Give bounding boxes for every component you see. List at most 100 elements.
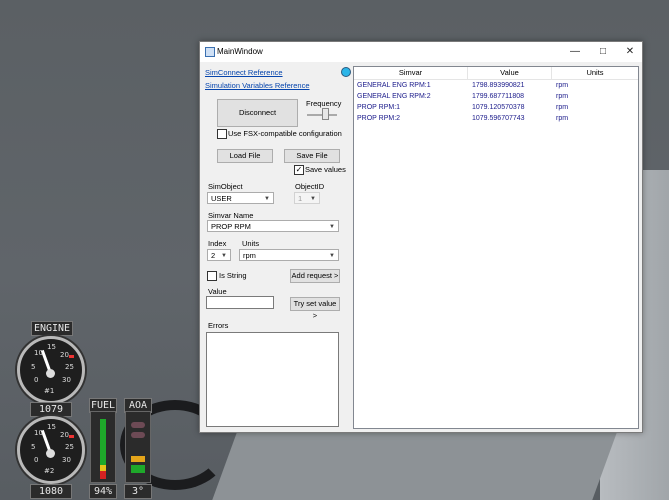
save-file-button[interactable]: Save File [284, 149, 340, 163]
tick: 30 [62, 376, 71, 384]
engine-label: ENGINE [31, 321, 73, 336]
simvar-name-value: PROP RPM [211, 222, 251, 231]
frequency-label: Frequency [306, 99, 342, 108]
value-input[interactable] [206, 296, 274, 309]
cell-simvar: GENERAL ENG RPM:2 [357, 93, 431, 100]
table-row[interactable]: GENERAL ENG RPM:1 1798.893990821 rpm [354, 80, 638, 91]
gauge-hub [46, 369, 55, 378]
window-icon [205, 47, 215, 57]
aoa-indicator [125, 411, 151, 483]
tick: 5 [31, 443, 36, 451]
tick: 5 [31, 363, 36, 371]
aircraft-wing-edge [212, 430, 618, 500]
aoa-readout: 3° [124, 484, 152, 499]
chevron-down-icon: ▼ [329, 253, 335, 259]
cell-value: 1798.893990821 [472, 82, 525, 89]
cell-units: rpm [556, 104, 569, 111]
cell-simvar: GENERAL ENG RPM:1 [357, 82, 431, 89]
save-values-checkbox[interactable]: ✓ [294, 165, 304, 175]
index-label: Index [208, 239, 227, 248]
fuel-low-red [100, 471, 106, 479]
maximize-button[interactable]: □ [596, 45, 610, 59]
rpm-gauge-2: 10 15 20 25 30 5 0 #2 [17, 416, 85, 484]
cell-value: 1799.687711808 [472, 93, 525, 100]
objectid-dropdown: 1 ▼ [294, 192, 320, 204]
redline-marker [69, 435, 74, 438]
column-header-value[interactable]: Value [468, 67, 552, 79]
tick: 25 [65, 443, 74, 451]
load-file-button[interactable]: Load File [217, 149, 273, 163]
grid-header: Simvar Value Units [354, 67, 638, 80]
tick: 0 [34, 376, 39, 384]
column-header-units[interactable]: Units [552, 67, 638, 79]
tick: 30 [62, 456, 71, 464]
fuel-readout: 94% [89, 484, 117, 499]
tick: 20 [60, 351, 69, 359]
tick: 20 [60, 431, 69, 439]
aoa-segment [131, 432, 145, 438]
simvar-name-dropdown[interactable]: PROP RPM ▼ [207, 220, 339, 232]
simobject-value: USER [211, 194, 232, 203]
save-values-label: Save values [305, 165, 346, 174]
column-header-simvar[interactable]: Simvar [354, 67, 468, 79]
tick: 0 [34, 456, 39, 464]
connection-status-indicator [341, 67, 351, 77]
is-string-checkbox[interactable] [207, 271, 217, 281]
value-label: Value [208, 287, 227, 296]
disconnect-button[interactable]: Disconnect [217, 99, 298, 127]
try-set-value-button[interactable]: Try set value > [290, 297, 340, 320]
aoa-segment [131, 465, 145, 473]
is-string-label: Is String [219, 271, 247, 280]
simobject-label: SimObject [208, 182, 243, 191]
fuel-gauge [90, 411, 116, 483]
aoa-segment [131, 422, 145, 428]
chevron-down-icon: ▼ [221, 253, 227, 259]
gauge-hub [46, 449, 55, 458]
fsx-compatible-label: Use FSX-compatible configuration [228, 129, 342, 138]
errors-textbox[interactable] [206, 332, 339, 427]
aoa-segment [131, 456, 145, 462]
cell-value: 1079.596707743 [472, 115, 525, 122]
add-request-button[interactable]: Add request > [290, 269, 340, 283]
close-button[interactable]: ✕ [623, 45, 637, 59]
cell-units: rpm [556, 82, 569, 89]
units-label: Units [242, 239, 260, 248]
main-window: MainWindow — □ ✕ SimConnect Reference Si… [199, 41, 643, 433]
rpm-gauge-1: 10 15 20 25 30 5 0 #1 [17, 336, 85, 404]
table-row[interactable]: PROP RPM:2 1079.596707743 rpm [354, 113, 638, 124]
simconnect-reference-link[interactable]: SimConnect Reference [205, 68, 283, 77]
chevron-down-icon: ▼ [264, 196, 270, 202]
objectid-value: 1 [298, 194, 303, 203]
simvar-grid[interactable]: Simvar Value Units GENERAL ENG RPM:1 179… [353, 66, 639, 429]
gauge-id: #2 [44, 467, 55, 475]
tick: 15 [47, 343, 56, 351]
table-row[interactable]: GENERAL ENG RPM:2 1799.687711808 rpm [354, 91, 638, 102]
index-value: 2 [211, 251, 216, 260]
objectid-label: ObjectID [295, 182, 325, 191]
simobject-dropdown[interactable]: USER ▼ [207, 192, 274, 204]
cell-simvar: PROP RPM:1 [357, 104, 401, 111]
window-title: MainWindow [217, 47, 263, 56]
index-dropdown[interactable]: 2 ▼ [207, 249, 231, 261]
redline-marker [69, 355, 74, 358]
gauge-id: #1 [44, 387, 55, 395]
tick: 15 [47, 423, 56, 431]
cell-value: 1079.120570378 [472, 104, 525, 111]
fsx-compatible-checkbox[interactable] [217, 129, 227, 139]
frequency-slider[interactable] [322, 108, 329, 120]
title-bar[interactable]: MainWindow — □ ✕ [200, 42, 642, 62]
rpm-readout-1: 1079 [30, 402, 72, 417]
simulation-variables-reference-link[interactable]: Simulation Variables Reference [205, 81, 310, 90]
cell-units: rpm [556, 115, 569, 122]
units-dropdown[interactable]: rpm ▼ [239, 249, 339, 261]
errors-label: Errors [208, 321, 229, 330]
fuel-low-yellow [100, 465, 106, 471]
minimize-button[interactable]: — [568, 45, 582, 59]
rpm-readout-2: 1080 [30, 484, 72, 499]
cell-units: rpm [556, 93, 569, 100]
table-row[interactable]: PROP RPM:1 1079.120570378 rpm [354, 102, 638, 113]
chevron-down-icon: ▼ [310, 196, 316, 202]
simvar-name-label: Simvar Name [208, 211, 254, 220]
chevron-down-icon: ▼ [329, 224, 335, 230]
tick: 25 [65, 363, 74, 371]
